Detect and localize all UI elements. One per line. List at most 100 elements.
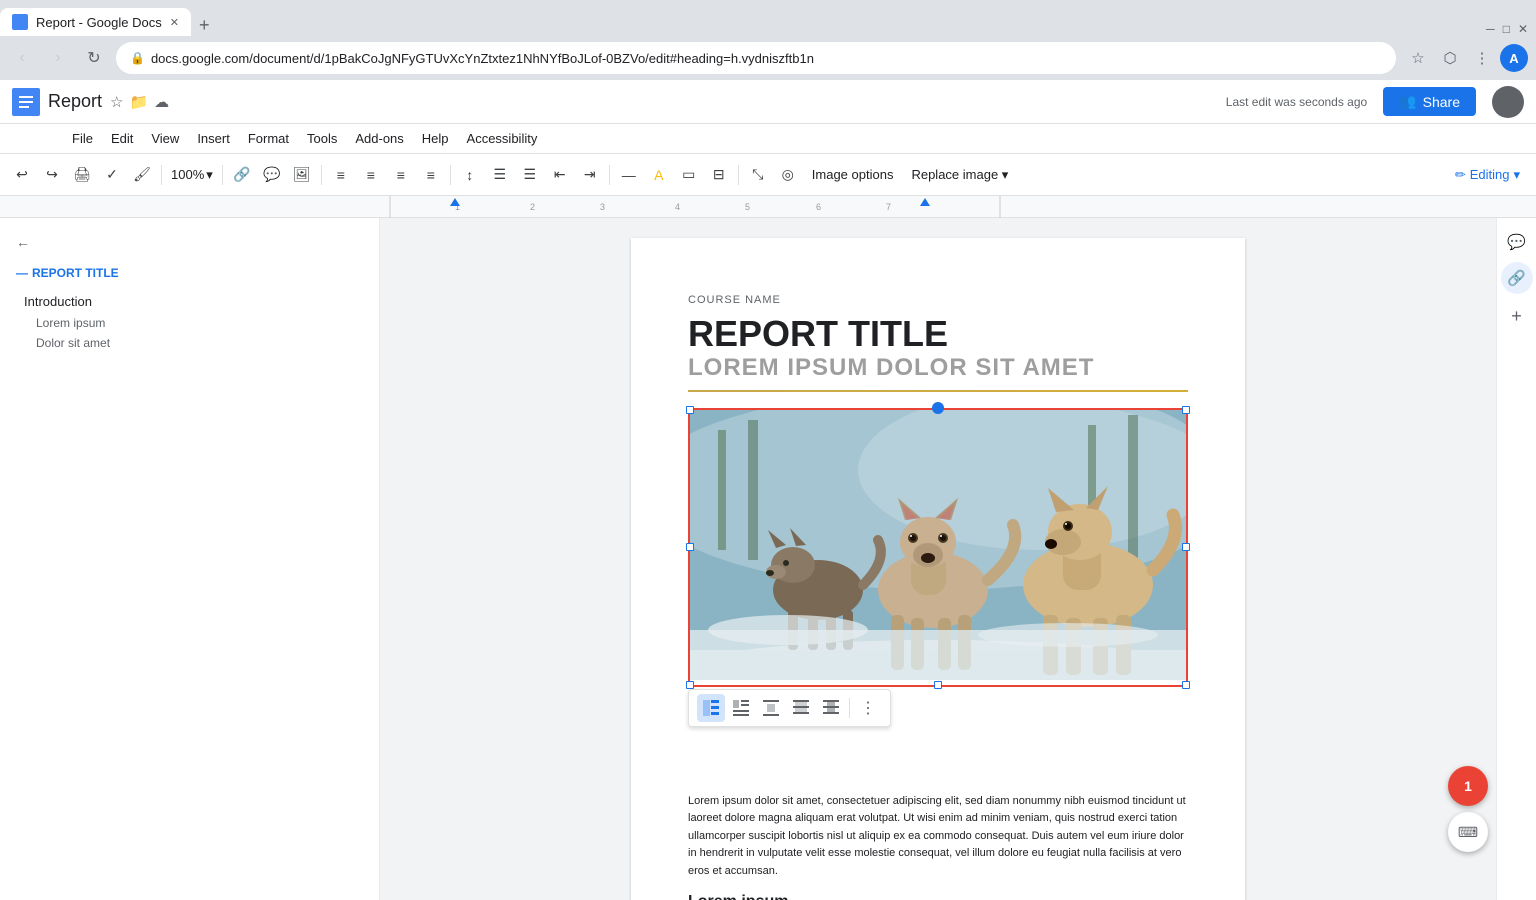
menu-edit[interactable]: Edit — [103, 128, 141, 149]
minimize-button[interactable]: ─ — [1486, 22, 1495, 36]
spellcheck-button[interactable]: ✓ — [98, 161, 126, 189]
handle-top-right[interactable] — [1182, 406, 1190, 414]
tab-close-button[interactable]: ✕ — [170, 16, 179, 29]
numbered-list-button[interactable]: ☰ — [516, 161, 544, 189]
formatting-bar: ↩ ↪ 🖨 ✓ 🖌 100% ▾ 🔗 💬 🖼 ≡ ≡ ≡ ≡ ↕ ☰ ☰ ⇤ ⇥… — [0, 154, 1536, 196]
close-window-button[interactable]: ✕ — [1518, 22, 1528, 36]
redo-button[interactable]: ↪ — [38, 161, 66, 189]
document-title[interactable]: Report — [48, 91, 102, 112]
more-image-options-button[interactable]: ⋮ — [854, 694, 882, 722]
menu-addons[interactable]: Add-ons — [347, 128, 411, 149]
zoom-dropdown[interactable]: 100% ▾ — [167, 161, 217, 189]
paint-format-button[interactable]: 🖌 — [128, 161, 156, 189]
link-button[interactable]: 🔗 — [228, 161, 256, 189]
browser-tab[interactable]: Report - Google Docs ✕ — [0, 8, 191, 36]
align-justify-button[interactable]: ≡ — [417, 161, 445, 189]
sidebar-back-button[interactable]: ← — [8, 230, 371, 254]
document-outline-sidebar: ← — REPORT TITLE Introduction Lorem ipsu… — [0, 218, 380, 900]
sidebar-report-title[interactable]: — REPORT TITLE — [8, 262, 371, 284]
separator-3 — [321, 165, 322, 185]
line-spacing-button[interactable]: ↕ — [456, 161, 484, 189]
keyboard-shortcuts-button[interactable]: ⌨ — [1448, 812, 1488, 852]
docs-logo — [12, 88, 40, 116]
menu-accessibility[interactable]: Accessibility — [459, 128, 546, 149]
menu-help[interactable]: Help — [414, 128, 457, 149]
menu-insert[interactable]: Insert — [189, 128, 238, 149]
separator-6 — [738, 165, 739, 185]
menu-format[interactable]: Format — [240, 128, 297, 149]
address-bar[interactable]: 🔒 docs.google.com/document/d/1pBakCoJgNF… — [116, 42, 1396, 74]
menu-file[interactable]: File — [64, 128, 101, 149]
handle-top-left[interactable] — [686, 406, 694, 414]
image-button[interactable]: 🖼 — [288, 161, 316, 189]
document-area[interactable]: COURSE NAME REPORT TITLE LOREM IPSUM DOL… — [380, 218, 1496, 900]
reload-button[interactable]: ↻ — [80, 44, 108, 72]
add-panel-button[interactable]: + — [1511, 306, 1522, 327]
handle-bottom-center[interactable] — [934, 681, 942, 689]
menu-icon[interactable]: ⋮ — [1468, 44, 1496, 72]
back-button[interactable]: ‹ — [8, 44, 36, 72]
crop-button[interactable]: ⤡ — [744, 161, 772, 189]
handle-bottom-left[interactable] — [686, 681, 694, 689]
menu-bar: File Edit View Insert Format Tools Add-o… — [0, 124, 1536, 154]
editing-dropdown-button[interactable]: ✏ Editing ▾ — [1447, 163, 1528, 187]
notification-icon[interactable]: 1 — [1448, 766, 1488, 806]
undo-button[interactable]: ↩ — [8, 161, 36, 189]
align-right-button[interactable]: ≡ — [387, 161, 415, 189]
border-button[interactable]: ▭ — [675, 161, 703, 189]
increase-indent-button[interactable]: ⇥ — [576, 161, 604, 189]
highlight-button[interactable]: A — [645, 161, 673, 189]
editing-label: Editing — [1470, 167, 1510, 182]
sidebar-introduction[interactable]: Introduction — [8, 290, 371, 313]
document-paragraph[interactable]: Lorem ipsum dolor sit amet, consectetuer… — [688, 793, 1188, 881]
menu-tools[interactable]: Tools — [299, 128, 345, 149]
forward-button[interactable]: › — [44, 44, 72, 72]
break-text-button[interactable] — [757, 694, 785, 722]
comments-panel-button[interactable]: 💬 — [1501, 226, 1533, 258]
share-button[interactable]: 👥 Share — [1383, 87, 1476, 116]
main-area: ← — REPORT TITLE Introduction Lorem ipsu… — [0, 218, 1536, 900]
sidebar-lorem-ipsum[interactable]: Lorem ipsum — [8, 313, 371, 333]
mask-button[interactable]: ◎ — [774, 161, 802, 189]
links-icon[interactable]: 🔗 — [1501, 262, 1533, 294]
bullet-list-button[interactable]: ☰ — [486, 161, 514, 189]
handle-middle-left[interactable] — [686, 543, 694, 551]
align-center-button[interactable]: ≡ — [357, 161, 385, 189]
gold-divider-line — [688, 390, 1188, 392]
notifications-button[interactable]: 1 — [1448, 766, 1488, 806]
image-options-button[interactable]: Image options — [804, 163, 902, 186]
comment-button[interactable]: 💬 — [258, 161, 286, 189]
decrease-indent-button[interactable]: ⇤ — [546, 161, 574, 189]
inline-wrap-button[interactable] — [697, 694, 725, 722]
drive-icon[interactable]: 📁 — [129, 93, 148, 111]
report-title-heading[interactable]: REPORT TITLE — [688, 314, 1188, 354]
print-button[interactable]: 🖨 — [68, 161, 96, 189]
maximize-button[interactable]: □ — [1503, 22, 1510, 36]
behind-text-button[interactable] — [787, 694, 815, 722]
lorem-ipsum-heading[interactable]: Lorem ipsum — [688, 893, 1188, 900]
front-text-button[interactable] — [817, 694, 845, 722]
menu-view[interactable]: View — [143, 128, 187, 149]
align-left-button[interactable]: ≡ — [327, 161, 355, 189]
columns-button[interactable]: ⊟ — [705, 161, 733, 189]
separator-1 — [161, 165, 162, 185]
share-icon: 👥 — [1399, 93, 1416, 110]
handle-bottom-right[interactable] — [1182, 681, 1190, 689]
star-icon[interactable]: ☆ — [110, 93, 123, 111]
new-tab-button[interactable]: + — [191, 15, 218, 36]
more-formats-button[interactable]: — — [615, 161, 643, 189]
star-bookmark-icon[interactable]: ☆ — [1404, 44, 1432, 72]
handle-middle-right[interactable] — [1182, 543, 1190, 551]
sidebar-dolor-sit-amet[interactable]: Dolor sit amet — [8, 333, 371, 353]
top-center-handle[interactable] — [932, 402, 944, 414]
wrap-text-button[interactable] — [727, 694, 755, 722]
user-avatar[interactable] — [1492, 86, 1524, 118]
comments-icon[interactable]: 💬 — [1501, 226, 1533, 258]
cloud-icon[interactable]: ☁ — [154, 93, 169, 111]
svg-text:6: 6 — [816, 202, 821, 212]
sidebar-dolor-label: Dolor sit amet — [36, 336, 110, 350]
extensions-icon[interactable]: ⬡ — [1436, 44, 1464, 72]
profile-avatar[interactable]: A — [1500, 44, 1528, 72]
replace-image-button[interactable]: Replace image ▾ — [903, 163, 1016, 187]
selected-image-container[interactable]: ⋮ — [688, 408, 1188, 687]
